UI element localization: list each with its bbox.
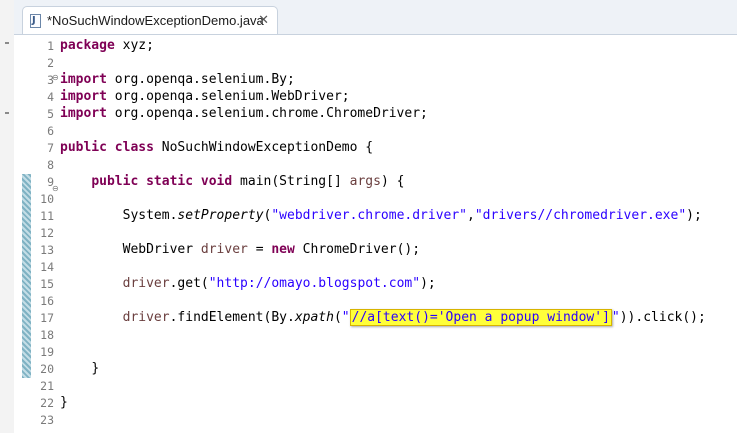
code-line-7: public class NoSuchWindowExceptionDemo { [60,140,374,155]
panel-marker [5,112,9,114]
close-icon[interactable]: ✕ [258,12,269,28]
line-number: 16 [40,294,54,308]
line-number: 17 [40,311,54,325]
line-number: 8 [47,158,54,172]
code-line-4: import org.openqa.selenium.WebDriver; [60,89,350,104]
line-number: 9 [47,175,54,189]
code-line-9: public static void main(String[] args) { [91,174,405,189]
editor-tab-bar: J *NoSuchWindowExceptionDemo.java ✕ [14,0,737,35]
line-number: 20 [40,362,54,376]
line-number: 13 [40,243,54,257]
line-number: 7 [47,141,54,155]
line-number-gutter: ⊖ ⊖ 1 2 3 4 5 6 7 8 9 10 11 12 13 14 15 16 17 18 19 20 21 22 2… [14,35,59,433]
line-number: 10 [40,192,54,206]
line-number: 1 [47,39,54,53]
code-line-1: package xyz; [60,38,154,53]
line-number: 19 [40,345,54,359]
tab-title: *NoSuchWindowExceptionDemo.java [47,13,264,28]
line-number: 23 [40,413,54,427]
java-file-icon: J [30,14,41,28]
code-line-22: } [60,395,68,410]
line-number: 2 [47,56,54,70]
code-line-20: } [91,361,100,376]
code-line-5: import org.openqa.selenium.chrome.Chrome… [60,106,428,121]
line-number: 6 [47,124,54,138]
line-number: 18 [40,328,54,342]
code-line-15: driver.get("http://omayo.blogspot.com"); [122,276,436,291]
line-number: 14 [40,260,54,274]
line-number: 12 [40,226,54,240]
line-number: 11 [40,209,54,223]
line-number: 22 [40,396,54,410]
line-number: 21 [40,379,54,393]
code-line-3: import org.openqa.selenium.By; [60,72,295,87]
code-editor[interactable]: ⊖ ⊖ 1 2 3 4 5 6 7 8 9 10 11 12 13 14 15 16 17 18 19 20 21 22 2… [14,35,737,433]
code-line-17: driver.findElement(By.xpath("//a[text()=… [122,309,706,326]
left-panel-edge [0,0,15,433]
line-number: 3 [47,73,54,87]
line-number: 15 [40,277,54,291]
code-line-13: WebDriver driver = new ChromeDriver(); [122,242,421,257]
code-line-11: System.setProperty("webdriver.chrome.dri… [122,208,702,223]
line-number: 4 [47,90,54,104]
panel-marker [5,42,9,44]
editor-tab[interactable]: J *NoSuchWindowExceptionDemo.java ✕ [22,6,278,34]
highlighted-xpath: //a[text()='Open a popup window'] [349,309,612,326]
code-text[interactable]: package xyz; import org.openqa.selenium.… [60,35,737,433]
line-number: 5 [47,107,54,121]
